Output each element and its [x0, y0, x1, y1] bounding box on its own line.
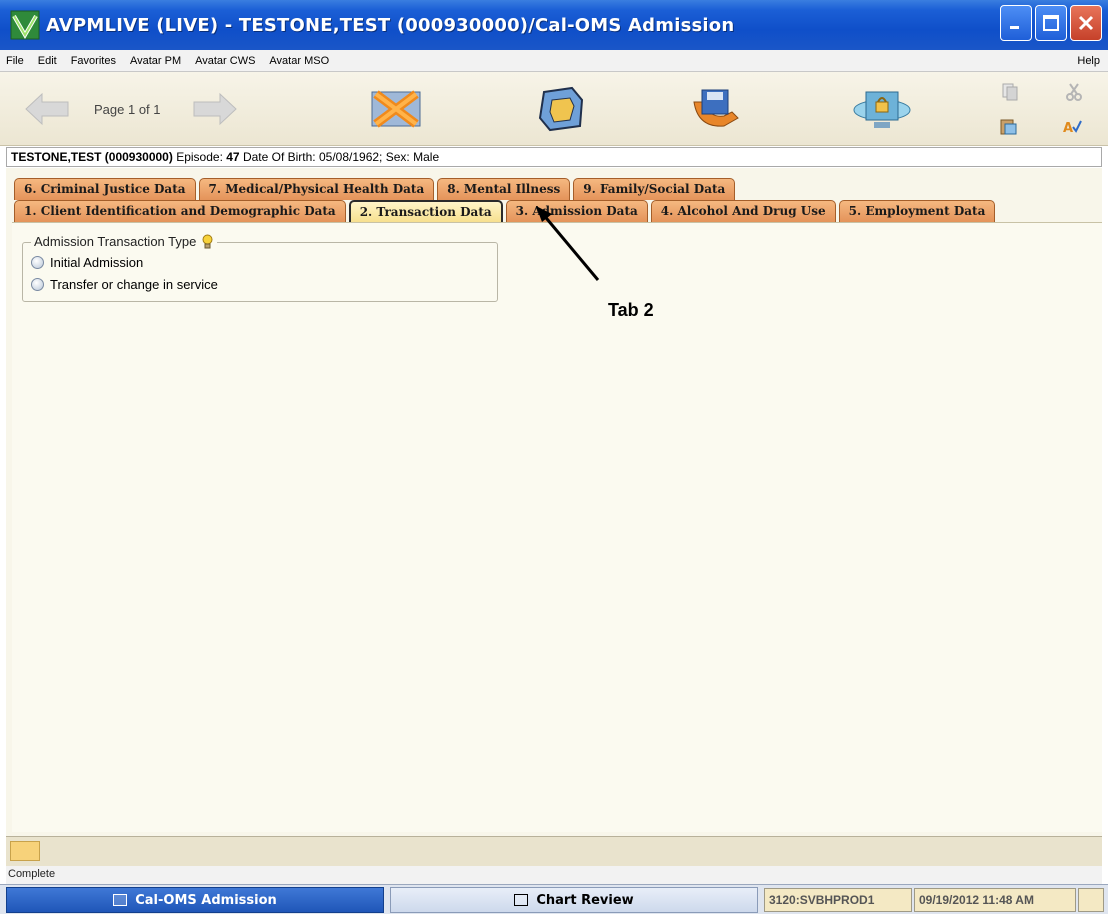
tab-medical-health[interactable]: 7. Medical/Physical Health Data: [198, 178, 435, 200]
svg-text:A: A: [1063, 121, 1073, 136]
annotation-arrow-icon: [536, 206, 600, 281]
close-icon: [1078, 15, 1094, 31]
menu-avatar-mso[interactable]: Avatar MSO: [269, 55, 329, 67]
server-status: 3120:SVBHPROD1: [764, 888, 912, 912]
menu-file[interactable]: File: [6, 55, 24, 67]
form-icon: [514, 894, 529, 906]
save-icon[interactable]: [688, 86, 748, 132]
radio-label: Transfer or change in service: [50, 277, 218, 292]
tab-mental-illness[interactable]: 8. Mental Illness: [437, 178, 571, 200]
group-label: Admission Transaction Type: [34, 234, 197, 249]
episode-label: Episode:: [176, 150, 223, 164]
admission-transaction-type-group: Admission Transaction Type Initial Admis…: [22, 234, 498, 302]
taskbar-cal-oms-admission[interactable]: Cal-OMS Admission: [6, 887, 384, 913]
close-button[interactable]: [1070, 5, 1102, 41]
lock-icon[interactable]: [852, 86, 912, 132]
annotation-label: Tab 2: [608, 300, 654, 320]
submit-icon[interactable]: [530, 86, 590, 132]
tab-transaction-data[interactable]: 2. Transaction Data: [348, 200, 503, 222]
maximize-button[interactable]: [1035, 5, 1067, 41]
status-blank: [1078, 888, 1104, 912]
form-icon: [113, 894, 128, 906]
taskbar-chart-review[interactable]: Chart Review: [390, 887, 758, 913]
taskbar: Cal-OMS Admission Chart Review 3120:SVBH…: [0, 884, 1108, 914]
group-legend: Admission Transaction Type: [31, 234, 218, 249]
toolbar: Page 1 of 1 A: [0, 72, 1108, 146]
radio-label: Initial Admission: [50, 255, 144, 270]
episode-value: 47: [226, 150, 240, 164]
radio-button[interactable]: [31, 278, 44, 291]
page-indicator: Page 1 of 1: [94, 102, 161, 117]
spellcheck-icon[interactable]: A: [1062, 116, 1082, 136]
minimize-button[interactable]: [1000, 5, 1032, 41]
tab-client-identification[interactable]: 1. Client Identification and Demographic…: [14, 200, 346, 222]
tab-family-social[interactable]: 9. Family/Social Data: [573, 178, 736, 200]
discard-icon[interactable]: [366, 86, 426, 132]
forward-arrow-icon[interactable]: [192, 92, 238, 126]
menu-help[interactable]: Help: [1077, 55, 1100, 67]
bottom-tab[interactable]: [10, 841, 40, 861]
title-bar: AVPMLIVE (LIVE) - TESTONE,TEST (00093000…: [0, 0, 1108, 50]
status-text: Complete: [6, 866, 1102, 884]
taskbar-label: Cal-OMS Admission: [135, 892, 277, 908]
menu-bar: File Edit Favorites Avatar PM Avatar CWS…: [0, 50, 1108, 72]
cut-icon[interactable]: [1064, 82, 1084, 102]
paste-icon[interactable]: [998, 116, 1018, 136]
window-title: AVPMLIVE (LIVE) - TESTONE,TEST (00093000…: [46, 14, 735, 36]
client-info-bar: TESTONE,TEST (000930000) Episode: 47 Dat…: [6, 147, 1102, 167]
dob-label: Date Of Birth:: [242, 150, 316, 164]
menu-edit[interactable]: Edit: [38, 55, 57, 67]
menu-favorites[interactable]: Favorites: [71, 55, 116, 67]
menu-avatar-cws[interactable]: Avatar CWS: [195, 55, 255, 67]
menu-avatar-pm[interactable]: Avatar PM: [130, 55, 181, 67]
minimize-icon: [1010, 26, 1019, 29]
radio-initial-admission[interactable]: Initial Admission: [31, 255, 143, 270]
client-name: TESTONE,TEST (000930000): [11, 150, 173, 164]
tab-row-back: 6. Criminal Justice Data 7. Medical/Phys…: [14, 178, 738, 200]
tab-criminal-justice[interactable]: 6. Criminal Justice Data: [14, 178, 196, 200]
app-logo-icon: [10, 10, 40, 40]
radio-button[interactable]: [31, 256, 44, 269]
bottom-strip: [6, 836, 1102, 866]
datetime-status: 09/19/2012 11:48 AM: [914, 888, 1076, 912]
lightbulb-icon[interactable]: [201, 234, 214, 249]
radio-transfer-change-service[interactable]: Transfer or change in service: [31, 277, 218, 292]
sex-value: Male: [413, 150, 440, 164]
tab-alcohol-drug-use[interactable]: 4. Alcohol And Drug Use: [650, 200, 836, 222]
sex-label: Sex:: [385, 150, 410, 164]
maximize-icon: [1043, 15, 1059, 31]
tab-row-front: 1. Client Identification and Demographic…: [14, 200, 998, 222]
taskbar-label: Chart Review: [536, 892, 634, 908]
dob-value: 05/08/1962;: [319, 150, 383, 164]
copy-icon[interactable]: [1000, 82, 1020, 102]
tab-content-panel: Admission Transaction Type Initial Admis…: [12, 222, 1102, 832]
tab-employment-data[interactable]: 5. Employment Data: [838, 200, 996, 222]
back-arrow-icon[interactable]: [24, 92, 70, 126]
